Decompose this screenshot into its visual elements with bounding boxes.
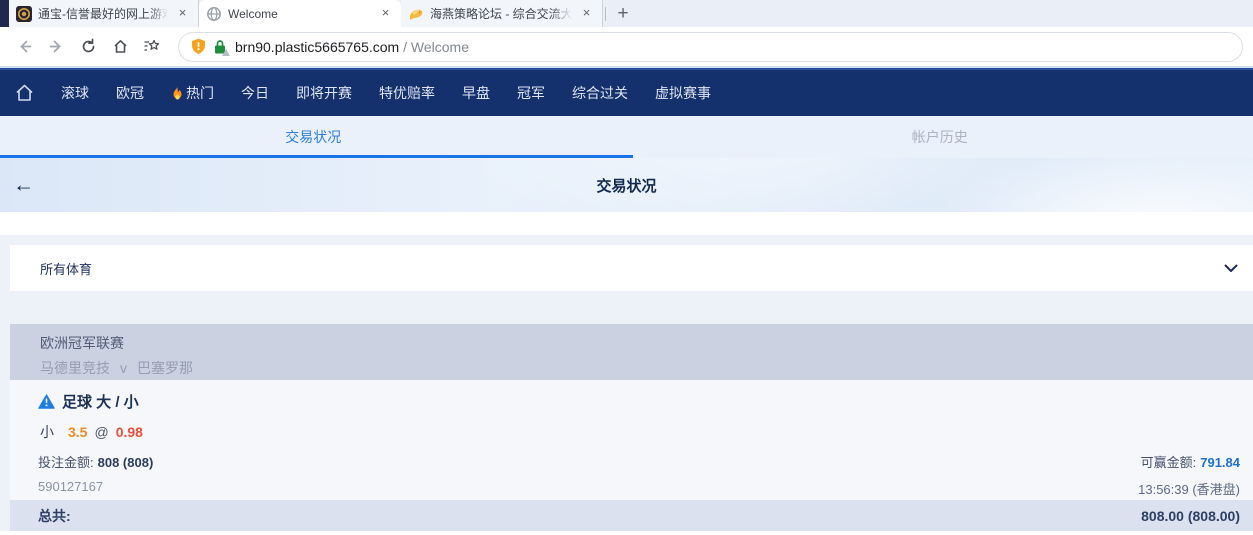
tab-title: 通宝-信誉最好的网上游戏平 <box>38 5 168 22</box>
forum-bird-favicon-icon <box>408 6 424 22</box>
league-header: 欧洲冠军联赛 马德里竞技 v 巴塞罗那 <box>10 324 1253 380</box>
url-path: / Welcome <box>403 39 469 55</box>
nav-item-ucl[interactable]: 欧冠 <box>116 83 144 103</box>
nav-item-early-market[interactable]: 早盘 <box>462 83 490 103</box>
nav-item-outright[interactable]: 冠军 <box>517 83 545 103</box>
potential-win: 可赢金额:791.84 <box>1141 452 1240 471</box>
window-frame-corner <box>0 0 9 27</box>
nav-item-today[interactable]: 今日 <box>241 83 269 103</box>
site-navbar: 滚球 欧冠 热门 今日 即将开赛 特优赔率 早盘 冠军 综合过关 虚拟赛事 <box>0 68 1253 116</box>
browser-tab-tongbao[interactable]: 通宝-信誉最好的网上游戏平 × <box>9 0 199 27</box>
close-icon[interactable]: × <box>174 5 191 22</box>
content-area: 所有体育 欧洲冠军联赛 马德里竞技 v 巴塞罗那 足球 大 / 小 小 3.5 @0.9… <box>0 212 1253 535</box>
ssl-lock-icon[interactable] <box>213 39 227 55</box>
tab-trade-status[interactable]: 交易状况 <box>0 116 627 158</box>
content-top-spacer <box>0 212 1253 235</box>
stake: 投注金额: 808 (808) <box>38 452 153 471</box>
close-icon[interactable]: × <box>377 5 394 22</box>
nav-item-label: 滚球 <box>61 83 89 103</box>
content-bottom-spacer <box>0 531 1253 535</box>
selection: 小 <box>40 424 54 440</box>
odds-value: 0.98 <box>116 424 143 440</box>
nav-item-label: 今日 <box>241 83 269 103</box>
bet-id: 590127167 <box>38 479 103 498</box>
nav-item-label: 综合过关 <box>572 83 628 103</box>
warning-icon <box>38 394 55 409</box>
browser-window: 通宝-信誉最好的网上游戏平 × Welcome × 海燕策略论坛 - 综合交流大… <box>0 0 1253 535</box>
tab-separator <box>605 7 606 21</box>
nav-home-icon[interactable] <box>14 83 35 103</box>
total-label: 总共: <box>38 506 71 526</box>
tab-title: 海燕策略论坛 - 综合交流大 <box>430 5 572 22</box>
nav-item-label: 早盘 <box>462 83 490 103</box>
page-header: ← 交易状况 <box>0 158 1253 212</box>
away-team: 巴塞罗那 <box>137 360 193 376</box>
nav-item-live[interactable]: 滚球 <box>61 83 89 103</box>
back-icon[interactable] <box>10 33 38 61</box>
bet-ticket: 足球 大 / 小 小 3.5 @0.98 投注金额: 808 (808) 可赢金额:7… <box>10 380 1253 500</box>
total-value: 808.00 (808.00) <box>1141 508 1240 524</box>
nav-item-label: 虚拟赛事 <box>655 83 711 103</box>
nav-item-hot[interactable]: 热门 <box>171 83 214 103</box>
selection-row: 小 3.5 @0.98 <box>38 422 1240 442</box>
browser-tab-forum[interactable]: 海燕策略论坛 - 综合交流大 × <box>401 0 603 27</box>
tab-account-history[interactable]: 帐户历史 <box>627 116 1253 158</box>
content-gap <box>0 291 1253 324</box>
page-tabs: 交易状况 帐户历史 <box>0 116 1253 158</box>
sport-filter-label: 所有体育 <box>40 259 92 278</box>
chevron-down-icon <box>1224 264 1238 273</box>
match-teams: 马德里竞技 v 巴塞罗那 <box>40 358 1253 378</box>
meta-row: 590127167 13:56:39 (香港盘) <box>38 479 1240 498</box>
nav-item-label: 即将开赛 <box>296 83 352 103</box>
address-bar[interactable]: brn90.plastic5665765.com / Welcome <box>178 32 1243 62</box>
win-value: 791.84 <box>1200 455 1240 470</box>
gold-emblem-favicon-icon <box>16 6 32 22</box>
nav-item-upcoming[interactable]: 即将开赛 <box>296 83 352 103</box>
browser-tab-welcome[interactable]: Welcome × <box>199 0 401 27</box>
sport-filter-dropdown[interactable]: 所有体育 <box>10 245 1253 291</box>
bookmark-icon[interactable] <box>138 33 166 61</box>
tab-title: Welcome <box>228 7 371 21</box>
handicap-line: 3.5 <box>68 424 87 440</box>
nav-item-label: 冠军 <box>517 83 545 103</box>
nav-item-label: 欧冠 <box>116 83 144 103</box>
nav-item-special-odds[interactable]: 特优赔率 <box>379 83 435 103</box>
back-arrow-icon[interactable]: ← <box>13 175 34 196</box>
stake-label: 投注金额: <box>38 455 94 470</box>
globe-icon <box>206 6 222 22</box>
url-text: brn90.plastic5665765.com / Welcome <box>235 39 469 55</box>
nav-item-virtual[interactable]: 虚拟赛事 <box>655 83 711 103</box>
home-icon[interactable] <box>106 33 134 61</box>
forward-icon[interactable] <box>42 33 70 61</box>
win-label: 可赢金额: <box>1141 455 1197 470</box>
at-symbol: @ <box>94 424 108 440</box>
stake-value: 808 (808) <box>98 455 154 470</box>
market-name: 足球 大 / 小 <box>62 391 139 412</box>
fire-icon <box>171 85 184 101</box>
new-tab-button[interactable]: + <box>608 0 638 27</box>
browser-toolbar: brn90.plastic5665765.com / Welcome <box>0 27 1253 66</box>
browser-tab-strip: 通宝-信誉最好的网上游戏平 × Welcome × 海燕策略论坛 - 综合交流大… <box>0 0 1253 27</box>
reload-icon[interactable] <box>74 33 102 61</box>
home-team: 马德里竞技 <box>40 360 110 376</box>
bet-time: 13:56:39 (香港盘) <box>1138 479 1240 498</box>
league-name: 欧洲冠军联赛 <box>40 333 1253 353</box>
url-host: brn90.plastic5665765.com <box>235 39 399 55</box>
extension-shield-icon[interactable] <box>191 38 206 55</box>
nav-item-parlay[interactable]: 综合过关 <box>572 83 628 103</box>
close-icon[interactable]: × <box>578 5 595 22</box>
total-row: 总共: 808.00 (808.00) <box>10 500 1253 531</box>
page-title: 交易状况 <box>596 175 656 196</box>
nav-item-label: 热门 <box>186 83 214 103</box>
vs-label: v <box>120 360 127 376</box>
nav-item-label: 特优赔率 <box>379 83 435 103</box>
market-row: 足球 大 / 小 <box>38 391 1240 412</box>
amount-row: 投注金额: 808 (808) 可赢金额:791.84 <box>38 452 1240 471</box>
